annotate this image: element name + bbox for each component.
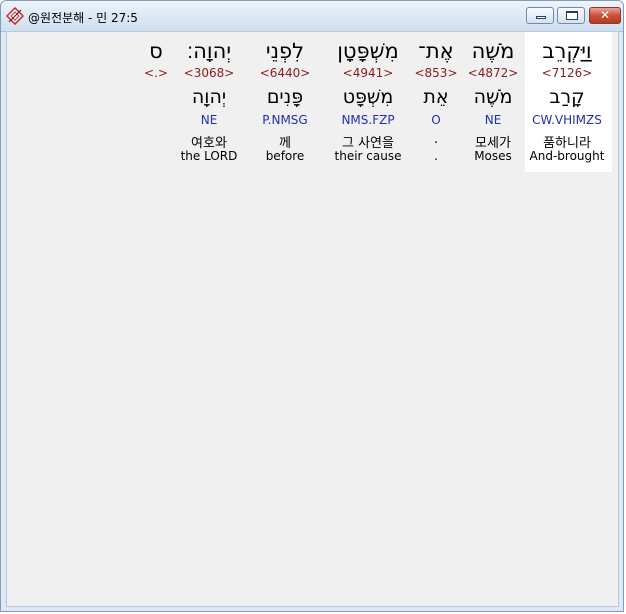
maximize-icon <box>566 11 578 20</box>
minimize-icon <box>536 16 546 19</box>
app-diamond-icon[interactable] <box>5 6 25 26</box>
english-gloss: the LORD <box>180 149 238 163</box>
strong-number[interactable]: <.> <box>111 66 201 80</box>
hebrew-word: ס <box>149 39 163 63</box>
minimize-button[interactable] <box>526 7 554 24</box>
close-button[interactable]: ✕ <box>589 7 621 24</box>
maximize-button[interactable] <box>557 7 585 24</box>
lemma: יְהוָה <box>191 86 227 108</box>
morphology-code: NMS.FZP <box>341 113 395 127</box>
strong-number[interactable]: <4941> <box>323 66 413 80</box>
lemma: מִשְׁפָּט <box>342 86 394 108</box>
interlinear-view[interactable]: וַיַּקְרֵב <7126> קָרַב CW.VHIMZS 품하니라 A… <box>6 31 619 607</box>
app-window: @원전분해 - 민 27:5 ✕ וַיַּקְרֵב <7126> קָרַב… <box>0 0 624 612</box>
morphology-code: NE <box>200 113 218 127</box>
close-icon: ✕ <box>599 8 611 22</box>
window-title: @원전분해 - 민 27:5 <box>28 11 138 25</box>
english-gloss: their cause <box>334 149 402 163</box>
hebrew-word: מִשְׁפָּטָן <box>337 39 399 63</box>
title-bar[interactable]: @원전분해 - 민 27:5 ✕ <box>1 1 623 32</box>
